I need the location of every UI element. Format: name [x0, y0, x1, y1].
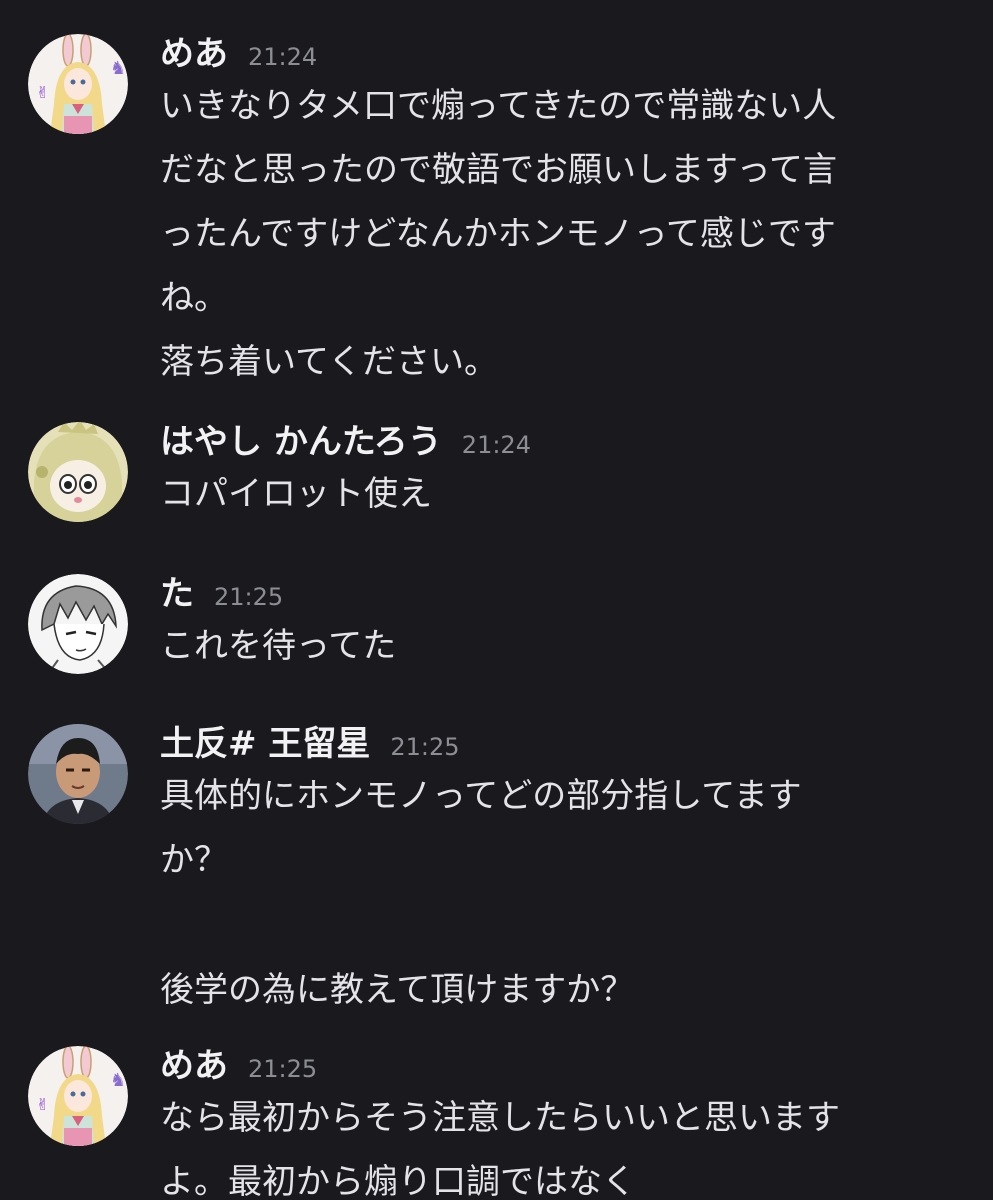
message-text: これを待ってた — [160, 614, 960, 678]
message-line: なら最初からそう注意したらいいと思います — [160, 1098, 840, 1138]
dino-hood-avatar-icon[interactable] — [28, 422, 128, 522]
message-text: なら最初からそう注意したらいいと思います よ。最初から煽り口調ではなく — [160, 1086, 960, 1200]
message-line: ね。 — [160, 278, 228, 318]
message-item[interactable]: ♞ ✌ めあ 21:25 なら最初からそう注意したらいいと思います よ。最初から煽… — [0, 1046, 993, 1200]
message-text: いきなりタメ口で煽ってきたので常識ない人 だなと思ったので敬語でお願いしますって… — [160, 74, 960, 394]
message-text: 具体的にホンモノってどの部分指してます か？ 後学の為に教えて頂けますか？ — [160, 764, 960, 1022]
message-line: 後学の為に教えて頂けますか？ — [160, 970, 635, 1010]
message-line: 落ち着いてください。 — [160, 342, 498, 382]
message-item[interactable]: た 21:25 これを待ってた — [0, 574, 993, 674]
message-line: いきなりタメ口で煽ってきたので常識ない人 — [160, 86, 837, 126]
bunny-girl-avatar-icon[interactable]: ♞ ✌ — [28, 1046, 128, 1146]
message-text: コパイロット使え — [160, 462, 960, 526]
timestamp: 21:24 — [461, 431, 531, 459]
author-name[interactable]: はやし かんたろう — [160, 422, 442, 462]
message-line: 具体的にホンモノってどの部分指してます — [160, 776, 802, 816]
svg-text:✌: ✌ — [36, 1095, 49, 1114]
svg-text:♞: ♞ — [110, 1070, 126, 1091]
timestamp: 21:24 — [248, 43, 318, 71]
author-name[interactable]: た — [160, 574, 194, 614]
author-name[interactable]: 土反# 王留星 — [160, 724, 370, 764]
message-line: コパイロット使え — [160, 474, 432, 514]
message-line: よ。最初から煽り口調ではなく — [160, 1162, 636, 1200]
message-line: これを待ってた — [160, 626, 397, 666]
manga-boy-avatar-icon[interactable] — [28, 574, 128, 674]
message-item[interactable]: 土反# 王留星 21:25 具体的にホンモノってどの部分指してます か？ 後学の為… — [0, 724, 993, 1010]
message-line: だなと思ったので敬語でお願いしますって言 — [160, 150, 837, 190]
chat-log: ♞ ✌ めあ 21:24 いきなりタメ口で煽ってきたので常識ない人 だなと思ったの… — [0, 0, 993, 1200]
author-name[interactable]: めあ — [160, 34, 228, 74]
message-line: か？ — [160, 840, 228, 880]
photo-man-avatar-icon[interactable] — [28, 724, 128, 824]
svg-text:✌: ✌ — [36, 83, 49, 102]
timestamp: 21:25 — [390, 733, 460, 761]
message-item[interactable]: ♞ ✌ めあ 21:24 いきなりタメ口で煽ってきたので常識ない人 だなと思ったの… — [0, 34, 993, 382]
author-name[interactable]: めあ — [160, 1046, 228, 1086]
timestamp: 21:25 — [214, 583, 284, 611]
message-line: ったんですけどなんかホンモノって感じです — [160, 214, 836, 254]
timestamp: 21:25 — [248, 1055, 318, 1083]
svg-text:♞: ♞ — [110, 58, 126, 79]
bunny-girl-avatar-icon[interactable]: ♞ ✌ — [28, 34, 128, 134]
message-item[interactable]: はやし かんたろう 21:24 コパイロット使え — [0, 422, 993, 522]
